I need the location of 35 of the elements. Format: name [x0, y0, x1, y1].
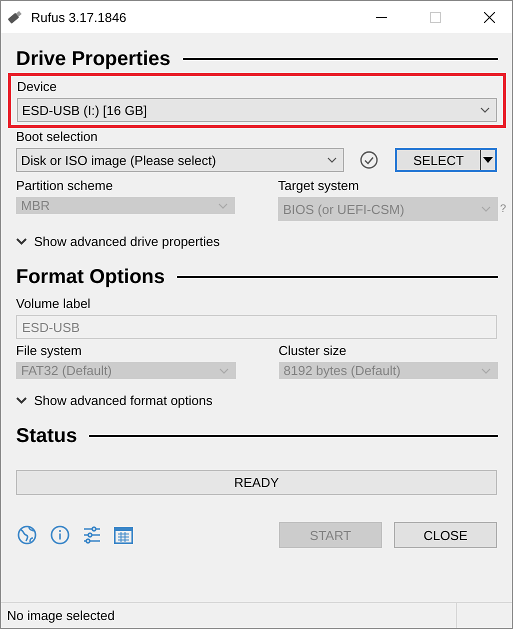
section-heading: Status [16, 424, 78, 448]
check-circle-icon[interactable] [360, 151, 378, 169]
field-label: File system [16, 343, 83, 360]
field-label: Cluster size [278, 343, 348, 360]
field-label: Target system [278, 178, 360, 195]
advanced-toggle[interactable]: Show advanced format options [16, 390, 498, 410]
globe-icon[interactable] [17, 525, 37, 545]
chevron-down-icon [481, 206, 491, 212]
field-label: Partition scheme [16, 178, 114, 195]
chevron-down-icon [16, 396, 27, 404]
close-icon[interactable] [484, 12, 494, 22]
field-label: Volume label [16, 296, 92, 313]
status-text: No image selected [7, 608, 116, 623]
minimize-icon[interactable] [376, 16, 386, 18]
chevron-down-icon [327, 157, 337, 163]
field-label: Boot selection [16, 129, 99, 146]
chevron-down-icon [218, 202, 228, 208]
close-button[interactable]: CLOSE [394, 522, 497, 548]
window-title: Rufus 3.17.1846 [31, 10, 128, 24]
section-heading: Format Options [16, 266, 165, 288]
log-icon[interactable] [114, 526, 133, 544]
device-dropdown[interactable]: ESD-USB (I:) [16 GB] [17, 98, 497, 122]
chevron-down-icon [218, 368, 228, 374]
progress-bar: READY [16, 470, 497, 495]
field-label: Device [17, 79, 58, 96]
boot-selection-dropdown[interactable]: Disk or ISO image (Please select) [16, 148, 344, 172]
section-heading: Drive Properties [16, 48, 171, 70]
info-icon[interactable] [50, 525, 70, 545]
select-button[interactable]: SELECT [395, 148, 497, 172]
advanced-toggle[interactable]: Show advanced drive properties [16, 231, 498, 251]
usb-drive-icon [7, 9, 23, 25]
chevron-down-icon [16, 238, 27, 244]
chevron-down-icon [481, 368, 491, 374]
chevron-down-icon [480, 107, 490, 113]
settings-icon[interactable] [83, 526, 101, 544]
